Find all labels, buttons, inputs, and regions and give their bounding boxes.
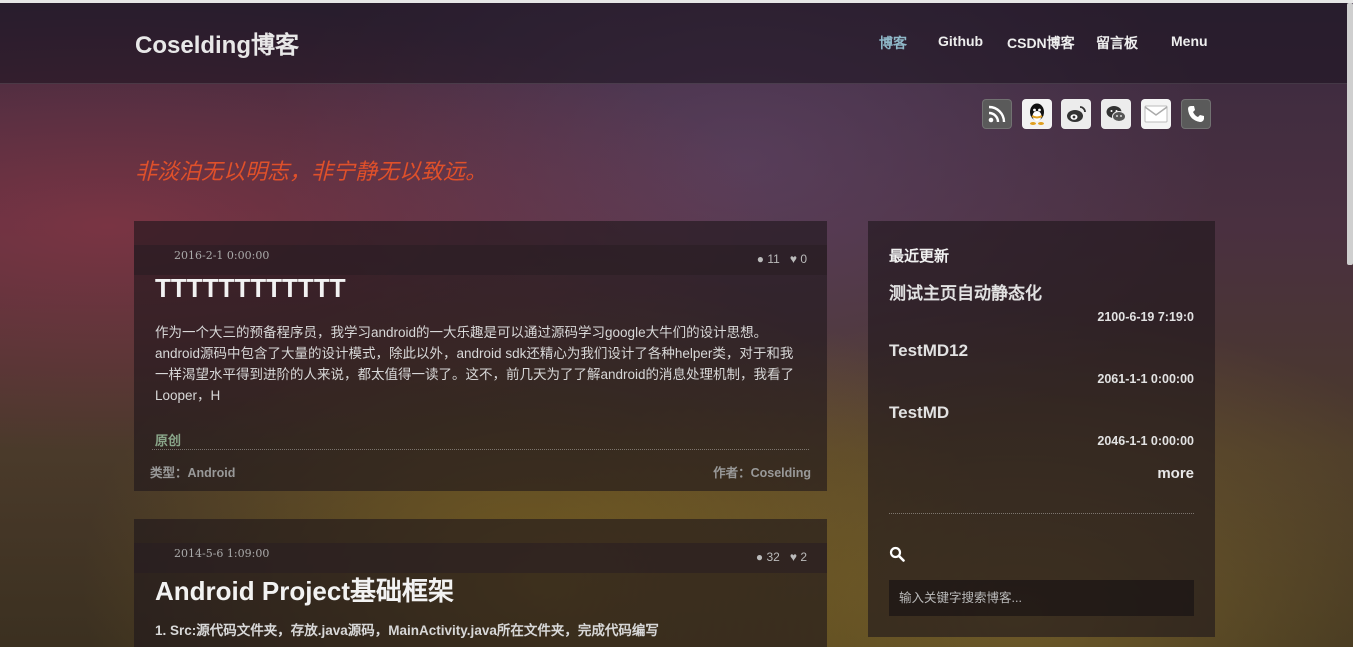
recent-updates-heading: 最近更新 [889, 248, 950, 265]
post-tag: 原创 [155, 433, 182, 448]
heart-icon: ♥ [789, 252, 797, 266]
phone-icon[interactable] [1181, 99, 1211, 129]
site-brand[interactable]: Coselding博客 [135, 25, 299, 60]
nav-item-csdn[interactable]: CSDN博客 [1007, 33, 1075, 53]
post-card: 2016-2-1 0:00:00 ● 11 ♥ 0 TTTTTTTTTTTT 作… [134, 221, 827, 491]
comment-icon: ● [756, 252, 765, 266]
qq-icon[interactable] [1022, 99, 1052, 129]
nav-item-guestbook[interactable]: 留言板 [1096, 33, 1138, 53]
sidebar: 最近更新 测试主页自动静态化 2100-6-19 7:19:0 TestMD12… [868, 221, 1215, 637]
weibo-icon[interactable] [1061, 99, 1091, 129]
search-input[interactable] [889, 580, 1194, 616]
post-title[interactable]: Android Project基础框架 [155, 571, 454, 608]
scrollbar[interactable] [1347, 3, 1353, 265]
comment-icon: ● [755, 550, 764, 564]
nav-item-blog[interactable]: 博客 [879, 33, 907, 53]
recent-item-title[interactable]: TestMD12 [889, 341, 968, 361]
navbar: Coselding博客 博客 Github CSDN博客 留言板 Menu [0, 3, 1347, 84]
comment-count: 32 [766, 550, 780, 564]
post-title[interactable]: TTTTTTTTTTTT [155, 273, 346, 304]
recent-item-date: 2061-1-1 0:00:00 [1097, 372, 1194, 386]
recent-item-title[interactable]: TestMD [889, 403, 949, 423]
mail-icon[interactable] [1141, 99, 1171, 129]
search-icon[interactable] [889, 546, 905, 562]
post-excerpt: 作为一个大三的预备程序员，我学习android的一大乐趣是可以通过源码学习goo… [155, 325, 795, 403]
recent-item-title[interactable]: 测试主页自动静态化 [889, 279, 1042, 304]
like-count: 2 [800, 550, 807, 564]
recent-item-date: 2100-6-19 7:19:0 [1097, 310, 1194, 324]
post-card: 2014-5-6 1:09:00 ● 32 ♥ 2 Android Projec… [134, 519, 827, 647]
post-date: 2016-2-1 0:00:00 [174, 249, 270, 262]
post-excerpt: 1. Src:源代码文件夹，存放.java源码，MainActivity.jav… [155, 623, 659, 638]
post-category[interactable]: 类型：Android [150, 462, 235, 481]
post-author: 作者：Coselding [713, 466, 811, 480]
rss-icon[interactable] [982, 99, 1012, 129]
comment-count: 11 [767, 252, 780, 266]
divider [889, 513, 1194, 514]
nav-item-github[interactable]: Github [938, 33, 983, 49]
site-motto: 非淡泊无以明志，非宁静无以致远。 [135, 159, 488, 184]
divider [152, 449, 809, 450]
nav-item-menu[interactable]: Menu [1171, 33, 1208, 49]
wechat-icon[interactable] [1101, 99, 1131, 129]
more-link[interactable]: more [1157, 465, 1194, 482]
recent-item-date: 2046-1-1 0:00:00 [1097, 434, 1194, 448]
heart-icon: ♥ [789, 550, 797, 564]
post-counts: ● 32 ♥ 2 [756, 550, 807, 564]
post-counts: ● 11 ♥ 0 [757, 252, 807, 266]
like-count: 0 [800, 252, 807, 266]
post-date: 2014-5-6 1:09:00 [174, 547, 270, 560]
